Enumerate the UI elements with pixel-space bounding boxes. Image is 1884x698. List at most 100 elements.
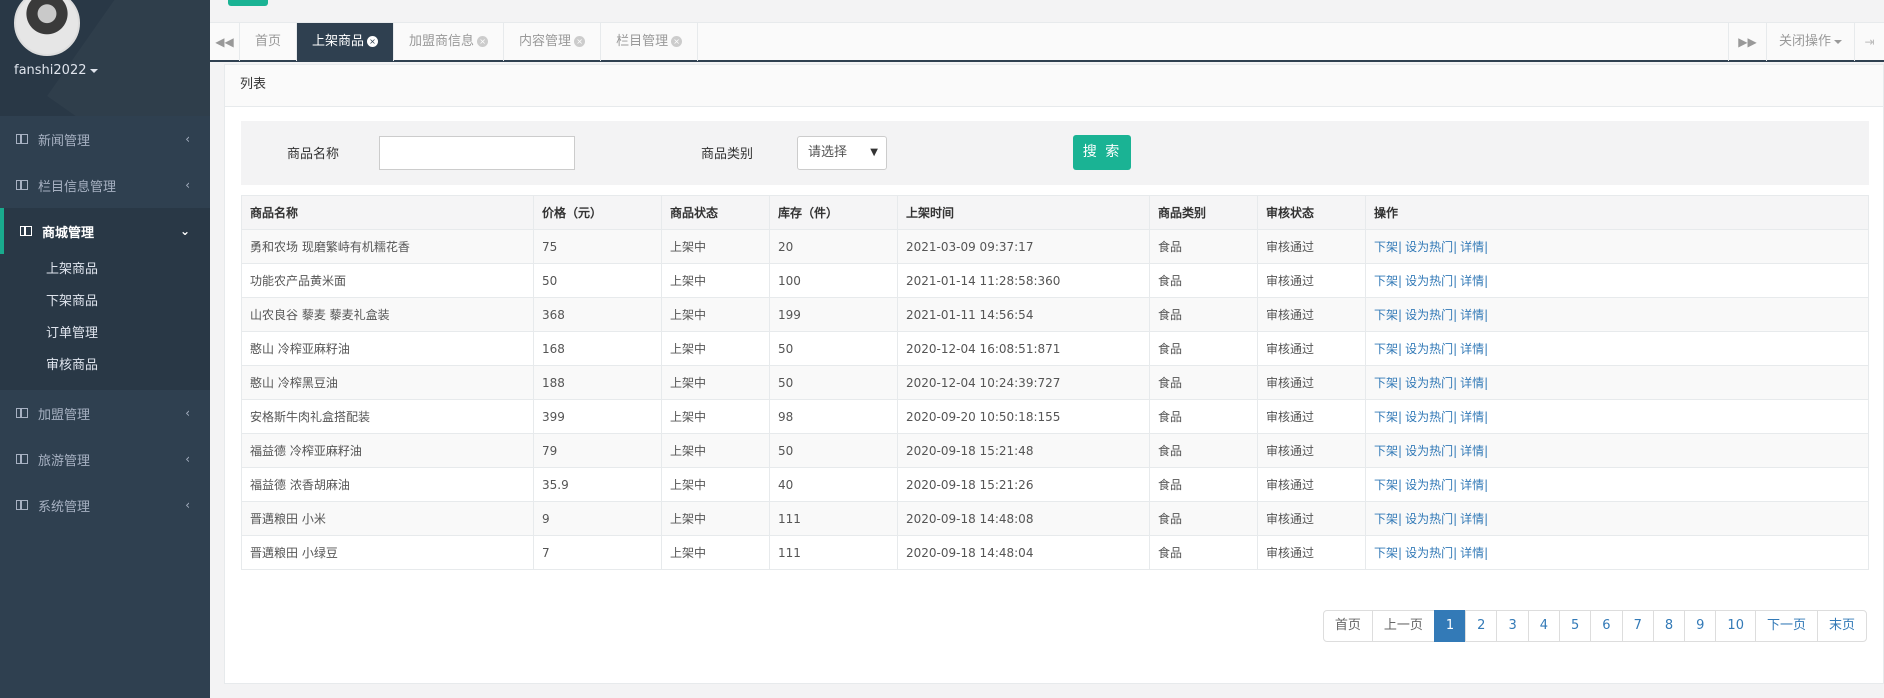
table-cell: 上架中 — [661, 365, 770, 400]
sidebar-subitem[interactable]: 上架商品 — [0, 254, 210, 286]
sidebar-subitem[interactable]: 订单管理 — [0, 318, 210, 350]
table-row: 晋邁粮田 小米 9 上架中 111 2020-09-18 14:48:08 食品 审核通过下… — [241, 501, 1869, 536]
table-cell: 审核通过 — [1257, 433, 1366, 468]
action-link[interactable]: 下架 — [1374, 376, 1398, 390]
action-separator: | — [1398, 342, 1403, 356]
sidebar-item-label: 新闻管理 — [38, 133, 91, 149]
caret-down-icon — [89, 68, 98, 73]
action-separator: | — [1484, 546, 1489, 560]
action-separator: | — [1453, 376, 1458, 390]
action-link[interactable]: 下架 — [1374, 274, 1398, 288]
action-link[interactable]: 详情 — [1460, 308, 1484, 322]
page-number-button[interactable]: 4 — [1527, 610, 1561, 642]
sidebar-subitem[interactable]: 下架商品 — [0, 286, 210, 318]
tabs-right-controls: ▶▶ 关闭操作 ⇥ — [1727, 23, 1884, 61]
action-link[interactable]: 设为热门 — [1405, 376, 1453, 390]
action-link[interactable]: 详情 — [1460, 512, 1484, 526]
table-cell: 7 — [533, 535, 662, 570]
page-last-button[interactable]: 末页 — [1816, 610, 1867, 642]
table-cell: 2020-09-18 15:21:48 — [897, 433, 1150, 468]
page-next-button[interactable]: 下一页 — [1754, 610, 1818, 642]
action-link[interactable]: 详情 — [1460, 444, 1484, 458]
page-number-button[interactable]: 2 — [1465, 610, 1498, 642]
product-name-input[interactable] — [379, 136, 575, 170]
sidebar-item[interactable]: 系统管理 ‹ — [0, 482, 210, 528]
product-category-select[interactable]: 请选择 ▼ — [797, 136, 887, 170]
action-link[interactable]: 详情 — [1460, 546, 1484, 560]
action-separator: | — [1398, 546, 1403, 560]
action-link[interactable]: 设为热门 — [1405, 546, 1453, 560]
sidebar-item[interactable]: 加盟管理 ‹ — [0, 390, 210, 436]
page-prev-button[interactable]: 上一页 — [1371, 610, 1435, 642]
chevron-icon: ⌄ — [179, 224, 190, 238]
sidebar-item[interactable]: 栏目信息管理 ‹ — [0, 162, 210, 208]
tab-item[interactable]: 内容管理 × — [504, 23, 602, 61]
page-number-button[interactable]: 8 — [1652, 610, 1686, 642]
action-link[interactable]: 详情 — [1460, 240, 1484, 254]
action-link[interactable]: 详情 — [1460, 478, 1484, 492]
action-link[interactable]: 设为热门 — [1405, 478, 1453, 492]
close-icon[interactable]: × — [671, 36, 683, 47]
table-cell: 79 — [533, 433, 662, 468]
sidebar-item[interactable]: 商城管理 ⌄ — [0, 208, 210, 254]
page-number-button[interactable]: 5 — [1559, 610, 1592, 642]
table-cell: 审核通过 — [1257, 501, 1366, 536]
table-cell: 山农良谷 藜麦 藜麦礼盒装 — [241, 297, 534, 332]
table-cell: 399 — [533, 399, 662, 434]
action-link[interactable]: 详情 — [1460, 376, 1484, 390]
page-first-button[interactable]: 首页 — [1322, 610, 1373, 642]
page-number-button[interactable]: 1 — [1433, 610, 1467, 642]
tab-item[interactable]: 栏目管理 × — [601, 23, 699, 61]
table-cell: 福益德 浓香胡麻油 — [241, 467, 534, 502]
search-button[interactable]: 搜 索 — [1073, 135, 1131, 170]
close-icon[interactable]: × — [574, 36, 586, 47]
table-cell: 98 — [769, 399, 898, 434]
exit-icon[interactable]: ⇥ — [1854, 23, 1884, 61]
action-link[interactable]: 设为热门 — [1405, 274, 1453, 288]
action-link[interactable]: 设为热门 — [1405, 342, 1453, 356]
action-link[interactable]: 设为热门 — [1405, 308, 1453, 322]
action-link[interactable]: 下架 — [1374, 342, 1398, 356]
action-link[interactable]: 详情 — [1460, 274, 1484, 288]
menu-toggle-button[interactable] — [228, 0, 268, 6]
action-link[interactable]: 下架 — [1374, 308, 1398, 322]
table-cell: 40 — [769, 467, 898, 502]
tabs-scroll-right-icon[interactable]: ▶▶ — [1727, 23, 1766, 61]
tab-item[interactable]: 上架商品 × — [297, 23, 395, 61]
columns-icon — [16, 454, 28, 464]
action-link[interactable]: 设为热门 — [1405, 410, 1453, 424]
action-link[interactable]: 设为热门 — [1405, 512, 1453, 526]
action-link[interactable]: 详情 — [1460, 410, 1484, 424]
page-number-button[interactable]: 10 — [1715, 610, 1756, 642]
sidebar-subitem[interactable]: 审核商品 — [0, 350, 210, 382]
tab-item[interactable]: 加盟商信息 × — [394, 23, 505, 61]
close-icon[interactable]: × — [367, 36, 379, 47]
chevron-icon: ‹ — [185, 178, 190, 192]
action-link[interactable]: 设为热门 — [1405, 444, 1453, 458]
sidebar-item[interactable]: 旅游管理 ‹ — [0, 436, 210, 482]
table-row: 憨山 冷榨黑豆油 188 上架中 50 2020-12-04 10:24:39:727 食… — [241, 365, 1869, 400]
page-number-button[interactable]: 7 — [1621, 610, 1654, 642]
page-number-button[interactable]: 3 — [1496, 610, 1529, 642]
action-link[interactable]: 设为热门 — [1405, 240, 1453, 254]
page-number-button[interactable]: 6 — [1590, 610, 1623, 642]
action-separator: | — [1484, 274, 1489, 288]
close-icon[interactable]: × — [477, 36, 489, 47]
page-number-button[interactable]: 9 — [1684, 610, 1717, 642]
action-link[interactable]: 详情 — [1460, 342, 1484, 356]
action-link[interactable]: 下架 — [1374, 410, 1398, 424]
action-link[interactable]: 下架 — [1374, 512, 1398, 526]
user-menu[interactable]: fanshi2022 — [14, 63, 98, 78]
action-link[interactable]: 下架 — [1374, 546, 1398, 560]
action-link[interactable]: 下架 — [1374, 478, 1398, 492]
tabs-scroll-left-icon[interactable]: ◀◀ — [210, 23, 240, 61]
action-link[interactable]: 下架 — [1374, 240, 1398, 254]
table-cell: 2020-09-18 15:21:26 — [897, 467, 1150, 502]
close-operations-button[interactable]: 关闭操作 — [1765, 23, 1854, 61]
table-row: 安格斯牛肉礼盒搭配装 399 上架中 98 2020-09-20 10:50:18:15… — [241, 399, 1869, 434]
avatar[interactable] — [14, 0, 80, 56]
sidebar-item[interactable]: 新闻管理 ‹ — [0, 116, 210, 162]
tab-item[interactable]: 首页 — [240, 23, 298, 61]
action-link[interactable]: 下架 — [1374, 444, 1398, 458]
table-cell: 功能农产品黄米面 — [241, 263, 534, 298]
